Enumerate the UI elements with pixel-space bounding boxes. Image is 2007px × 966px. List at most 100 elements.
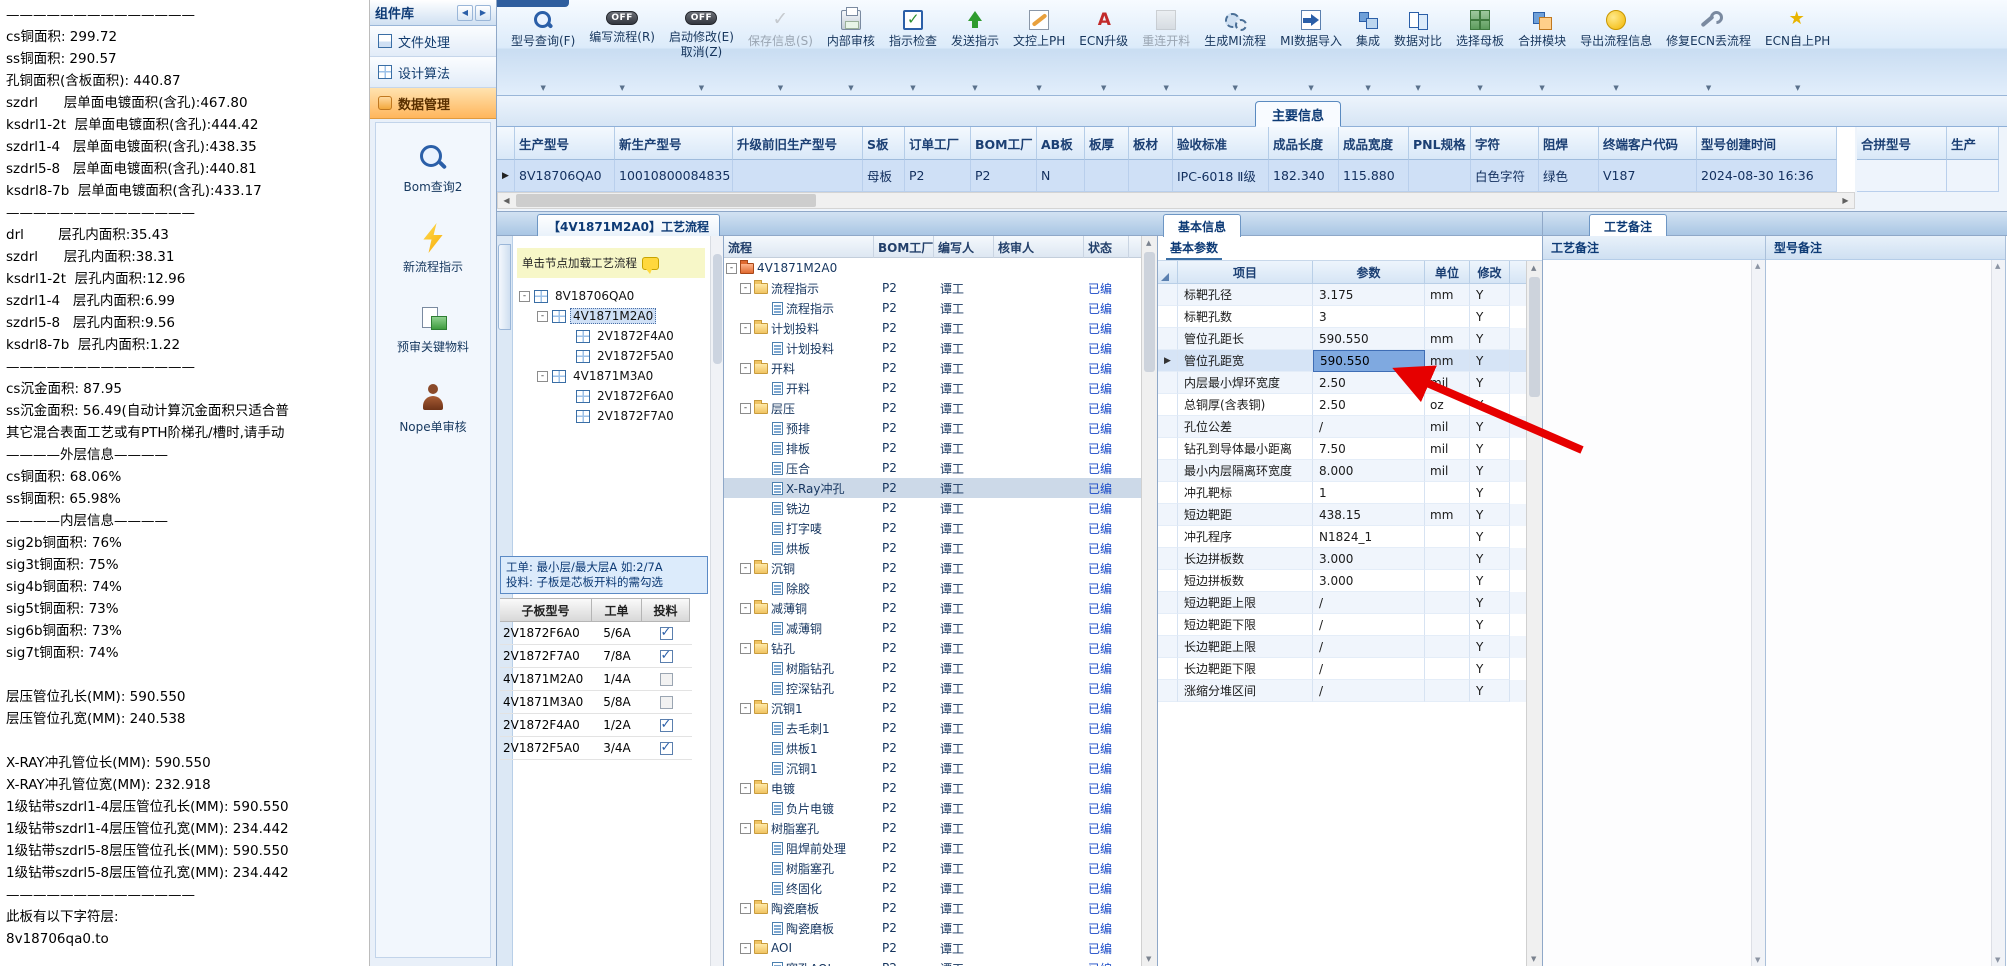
process-flow-title-tab[interactable]: 【4V1871M2A0】工艺流程	[537, 214, 720, 237]
panel-side-tab[interactable]	[498, 244, 511, 330]
param-value[interactable]: 2.50	[1313, 394, 1425, 416]
flow-row[interactable]: 除胶 P2 谭工 已编	[724, 578, 1141, 598]
tree-expander-icon[interactable]: -	[740, 942, 751, 954]
grid-column-header[interactable]: 型号创建时间	[1697, 127, 1837, 160]
scrollbar-thumb[interactable]	[516, 194, 816, 207]
tree-expander-icon[interactable]: -	[519, 290, 530, 302]
model-tree-node[interactable]: 2V1872F4A0	[517, 326, 709, 346]
grid-column-header[interactable]: PNL规格	[1409, 127, 1471, 160]
tab-process-remarks[interactable]: 工艺备注	[1589, 214, 1668, 237]
toolbar-button[interactable]: OFF 编写流程(R) ▼	[583, 9, 661, 93]
toolbar-button[interactable]: 内部审核 ▼	[821, 7, 881, 93]
flow-row[interactable]: 负片电镀 P2 谭工 已编	[724, 798, 1141, 818]
collapse-right-icon[interactable]: ▶	[475, 4, 491, 21]
sidebar-item[interactable]: 数据管理	[370, 88, 496, 119]
toolbar-button[interactable]: 合拼模块 ▼	[1512, 9, 1572, 93]
flow-row[interactable]: - AOI P2 谭工 已编	[724, 938, 1141, 958]
grid-column-header[interactable]: 板厚	[1085, 127, 1129, 160]
param-row[interactable]: 冲孔程序 N1824_1 Y	[1158, 526, 1542, 548]
feed-checkbox[interactable]	[642, 717, 690, 732]
flow-column-header[interactable]: BOM工厂	[874, 236, 934, 258]
flow-row[interactable]: 沉铜1 P2 谭工 已编	[724, 758, 1141, 778]
param-row[interactable]: 长边靶距下限 / Y	[1158, 658, 1542, 680]
param-row[interactable]: 短边拼板数 3.000 Y	[1158, 570, 1542, 592]
flow-row[interactable]: 开料 P2 谭工 已编	[724, 378, 1141, 398]
dropdown-caret-icon[interactable]: ▼	[778, 82, 783, 92]
tree-expander-icon[interactable]: -	[740, 902, 751, 914]
params-column-header[interactable]: 参数	[1313, 261, 1425, 284]
flow-row[interactable]: 减薄铜 P2 谭工 已编	[724, 618, 1141, 638]
toolbar-button[interactable]: 型号查询(F) ▼	[505, 9, 581, 93]
toolbar-button[interactable]: ECN升级 ▼	[1073, 9, 1134, 93]
toolbar-button[interactable]: MI数据导入 ▼	[1274, 9, 1348, 93]
toolbar-button[interactable]: 导出流程信息 ▼	[1574, 9, 1658, 93]
grid-column-header[interactable]: 字符	[1471, 127, 1539, 160]
toolbar-button[interactable]: 指示检查 ▼	[883, 9, 943, 93]
subboard-row[interactable]: 4V1871M3A0 5/8A	[500, 691, 692, 714]
dropdown-caret-icon[interactable]: ▼	[1795, 82, 1800, 92]
dropdown-caret-icon[interactable]: ▼	[1101, 82, 1106, 92]
dropdown-caret-icon[interactable]: ▼	[1365, 82, 1370, 92]
model-tree-node[interactable]: 2V1872F7A0	[517, 406, 709, 426]
flow-row[interactable]: - 4V1871M2A0	[724, 258, 1141, 278]
param-value[interactable]: 3.000	[1313, 570, 1425, 592]
param-value[interactable]: /	[1313, 592, 1425, 614]
grid-column-header[interactable]: 升级前旧生产型号	[733, 127, 863, 160]
toolbar-button[interactable]: 保存信息(S) ▼	[742, 8, 819, 93]
param-value[interactable]: 3	[1313, 306, 1425, 328]
sidebar-tool[interactable]: 预审关键物料	[376, 303, 490, 355]
flow-column-header[interactable]: 流程	[724, 236, 874, 258]
remarks-section[interactable]: 工艺备注	[1543, 236, 1766, 966]
off-toggle[interactable]: OFF	[685, 11, 718, 25]
flow-row[interactable]: 终固化 P2 谭工 已编	[724, 878, 1141, 898]
param-value[interactable]: /	[1313, 416, 1425, 438]
model-tree-node[interactable]: - 8V18706QA0	[517, 286, 709, 306]
param-row[interactable]: 长边拼板数 3.000 Y	[1158, 548, 1542, 570]
flow-row[interactable]: - 陶瓷磨板 P2 谭工 已编	[724, 898, 1141, 918]
tree-expander-icon[interactable]: -	[740, 362, 751, 374]
toolbar-button[interactable]: 集成 ▼	[1350, 9, 1386, 93]
tree-expander-icon[interactable]: -	[740, 602, 751, 614]
flow-row[interactable]: 树脂塞孔 P2 谭工 已编	[724, 858, 1141, 878]
params-column-header[interactable]: 修改	[1470, 261, 1510, 284]
sidebar-tool[interactable]: Bom查询2	[376, 143, 490, 195]
param-row[interactable]: 标靶孔数 3 Y	[1158, 306, 1542, 328]
param-row[interactable]: 孔位公差 / mil Y	[1158, 416, 1542, 438]
tree-expander-icon[interactable]: -	[740, 322, 751, 334]
subboard-row[interactable]: 2V1872F5A0 3/4A	[500, 737, 692, 760]
subboard-row[interactable]: 2V1872F4A0 1/2A	[500, 714, 692, 737]
param-value[interactable]: /	[1313, 614, 1425, 636]
grid-horizontal-scrollbar[interactable]: ◀ ▶	[497, 192, 1855, 209]
model-tree-node[interactable]: 2V1872F6A0	[517, 386, 709, 406]
grid-column-header[interactable]: 板材	[1129, 127, 1173, 160]
sidebar-tool[interactable]: Nope单审核	[376, 383, 490, 435]
param-value[interactable]: 3.000	[1313, 548, 1425, 570]
grid-column-header[interactable]: 成品长度	[1269, 127, 1339, 160]
flow-row[interactable]: 计划投料 P2 谭工 已编	[724, 338, 1141, 358]
feed-checkbox[interactable]	[642, 740, 690, 755]
flow-row[interactable]: 流程指示 P2 谭工 已编	[724, 298, 1141, 318]
flow-row[interactable]: 烘板1 P2 谭工 已编	[724, 738, 1141, 758]
tree-expander-icon[interactable]: -	[740, 642, 751, 654]
calc-output-panel[interactable]: —————————————— cs铜面积: 299.72 ss铜面积: 290.…	[0, 0, 370, 966]
feed-checkbox[interactable]	[642, 672, 690, 686]
model-tree-node[interactable]: - 4V1871M3A0	[517, 366, 709, 386]
flow-row[interactable]: 排板 P2 谭工 已编	[724, 438, 1141, 458]
param-row[interactable]: 涨缩分堆区间 / Y	[1158, 680, 1542, 702]
dropdown-caret-icon[interactable]: ▼	[1539, 82, 1544, 92]
tab-basic-params[interactable]: 基本参数	[1166, 237, 1223, 260]
tab-basic-info[interactable]: 基本信息	[1163, 214, 1242, 237]
param-value[interactable]: 590.550	[1313, 350, 1425, 372]
remarks-scrollbar[interactable]	[1991, 260, 2005, 966]
tree-expander-icon[interactable]: -	[740, 782, 751, 794]
grid-column-header[interactable]: 终端客户代码	[1599, 127, 1697, 160]
tree-expander-icon[interactable]: -	[726, 262, 737, 274]
toolbar-button[interactable]: 文控上PH ▼	[1007, 9, 1071, 93]
param-row[interactable]: 管位孔距长 590.550 mm Y	[1158, 328, 1542, 350]
model-tree-node[interactable]: 2V1872F5A0	[517, 346, 709, 366]
sidebar-item[interactable]: 设计算法	[370, 57, 496, 88]
feed-checkbox[interactable]	[642, 625, 690, 640]
toolbar-button[interactable]: 修复ECN丢流程 ▼	[1660, 9, 1757, 93]
dropdown-caret-icon[interactable]: ▼	[910, 82, 915, 92]
param-value[interactable]: /	[1313, 658, 1425, 680]
